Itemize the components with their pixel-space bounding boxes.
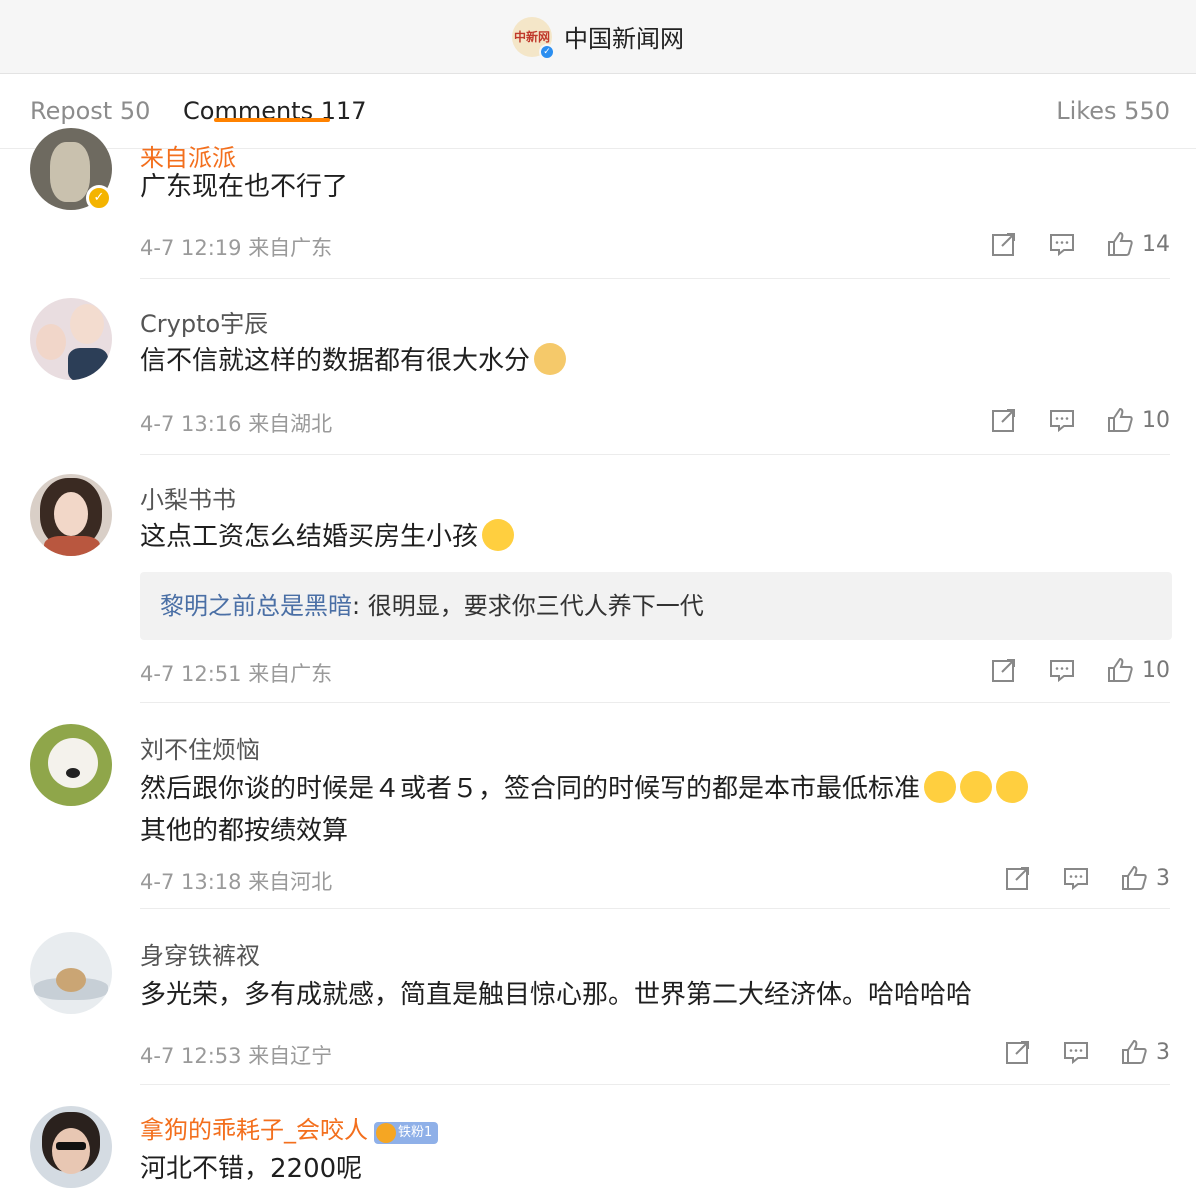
comment-actions: 10 — [990, 406, 1170, 434]
comment-location: 来自广东 — [248, 662, 333, 686]
title-bar: 中新网 ✓ 中国新闻网 — [0, 0, 1196, 74]
share-icon[interactable] — [990, 230, 1018, 258]
comment-text-line1: 然后跟你谈的时候是４或者５，签合同的时候写的都是本市最低标准 — [140, 774, 921, 804]
comment-item: ✓ 来自派派 广东现在也不行了 4-7 12:19 来自广东 14 — [0, 128, 1196, 280]
fan-badge-label: 铁粉1 — [398, 1125, 433, 1140]
verified-icon: ✓ — [539, 43, 555, 60]
comment-actions: 3 — [1004, 1038, 1170, 1066]
comment-icon[interactable] — [1062, 864, 1090, 892]
comment-time: 4-7 12:19 — [140, 236, 242, 260]
comment-time: 4-7 12:51 — [140, 662, 242, 686]
like-count: 10 — [1142, 657, 1170, 683]
avatar[interactable] — [30, 724, 112, 806]
avatar[interactable] — [30, 932, 112, 1014]
comment-time: 4-7 13:18 — [140, 870, 242, 894]
comment-meta: 4-7 13:18 来自河北 — [140, 866, 332, 896]
avatar[interactable] — [30, 474, 112, 556]
like-count: 3 — [1156, 1039, 1170, 1065]
thinking-emoji-icon — [924, 771, 957, 803]
comment-text: 这点工资怎么结婚买房生小孩 — [140, 516, 1160, 558]
comment-text: 广东现在也不行了 — [140, 172, 349, 202]
comment-meta: 4-7 12:51 来自广东 — [140, 658, 332, 688]
comment-actions: 10 — [990, 656, 1170, 684]
doge-emoji-icon — [534, 343, 567, 375]
comment-location: 来自湖北 — [248, 412, 333, 436]
tab-repost[interactable]: Repost 50 — [30, 97, 150, 125]
comment-actions: 3 — [1004, 864, 1170, 892]
comment-time: 4-7 12:53 — [140, 1044, 242, 1068]
comment-actions: 14 — [990, 230, 1170, 258]
brand-logo: 中新网 ✓ — [512, 16, 555, 60]
comment-icon[interactable] — [1048, 406, 1076, 434]
like-count: 14 — [1142, 231, 1170, 257]
reply-preview[interactable]: 黎明之前总是黑暗: 很明显，要求你三代人养下一代 — [140, 572, 1172, 640]
tab-likes[interactable]: Likes 550 — [1056, 97, 1170, 125]
divider — [140, 278, 1170, 279]
thinking-emoji-icon — [960, 771, 993, 803]
divider — [140, 454, 1170, 455]
comment-text: 信不信就这样的数据都有很大水分 — [140, 340, 1160, 382]
comment-icon[interactable] — [1048, 230, 1076, 258]
comment-username[interactable]: 刘不住烦恼 — [140, 730, 260, 765]
share-icon[interactable] — [990, 406, 1018, 434]
comment-item: Crypto宇辰 信不信就这样的数据都有很大水分 4-7 13:16 来自湖北 … — [0, 280, 1196, 456]
comment-item: 刘不住烦恼 然后跟你谈的时候是４或者５，签合同的时候写的都是本市最低标准 其他的都… — [0, 704, 1196, 910]
account-name: 中国新闻网 — [564, 25, 684, 53]
comment-location: 来自广东 — [248, 236, 333, 260]
comment-username[interactable]: 身穿铁裤衩 — [140, 936, 260, 971]
divider — [140, 1084, 1170, 1085]
comment-item: 身穿铁裤衩 多光荣，多有成就感，简直是触目惊心那。世界第二大经济体。哈哈哈哈 4… — [0, 910, 1196, 1086]
comment-username-text: 拿狗的乖耗子_会咬人 — [140, 1116, 368, 1144]
thumbs-up-icon[interactable] — [1120, 864, 1148, 892]
share-icon[interactable] — [990, 656, 1018, 684]
comment-icon[interactable] — [1062, 1038, 1090, 1066]
fan-badge: 铁粉1 — [374, 1122, 439, 1144]
divider — [140, 908, 1170, 909]
share-icon[interactable] — [1004, 864, 1032, 892]
comment-username[interactable]: 拿狗的乖耗子_会咬人 铁粉1 — [140, 1110, 439, 1145]
comment-text: 河北不错，2200呢 — [140, 1154, 363, 1184]
like-count: 10 — [1142, 407, 1170, 433]
thumbs-up-icon[interactable] — [1106, 230, 1134, 258]
comment-item: 拿狗的乖耗子_会咬人 铁粉1 河北不错，2200呢 — [0, 1086, 1196, 1200]
reply-username[interactable]: 黎明之前总是黑暗 — [160, 592, 352, 620]
comment-meta: 4-7 13:16 来自湖北 — [140, 408, 332, 438]
divider — [140, 702, 1170, 703]
comment-time: 4-7 13:16 — [140, 412, 242, 436]
like-count: 3 — [1156, 865, 1170, 891]
comment-location: 来自河北 — [248, 870, 333, 894]
comment-meta: 4-7 12:19 来自广东 — [140, 232, 332, 262]
thumbs-up-icon[interactable] — [1106, 656, 1134, 684]
comment-icon[interactable] — [1048, 656, 1076, 684]
avatar[interactable] — [30, 1106, 112, 1188]
active-tab-indicator — [214, 118, 330, 122]
reply-text: : 很明显，要求你三代人养下一代 — [352, 592, 704, 620]
share-icon[interactable] — [1004, 1038, 1032, 1066]
crown-icon — [376, 1123, 396, 1143]
comment-username[interactable]: 小梨书书 — [140, 480, 236, 515]
comment-location: 来自辽宁 — [248, 1044, 333, 1068]
comment-text: 多光荣，多有成就感，简直是触目惊心那。世界第二大经济体。哈哈哈哈 — [140, 980, 973, 1010]
comment-text: 然后跟你谈的时候是４或者５，签合同的时候写的都是本市最低标准 其他的都按绩效算 — [140, 768, 1160, 852]
thinking-emoji-icon — [996, 771, 1029, 803]
thumbs-up-icon[interactable] — [1106, 406, 1134, 434]
thumbs-up-icon[interactable] — [1120, 1038, 1148, 1066]
verified-icon: ✓ — [86, 185, 112, 211]
comment-item: 小梨书书 这点工资怎么结婚买房生小孩 黎明之前总是黑暗: 很明显，要求你三代人养… — [0, 456, 1196, 704]
brand-logo-text: 中新网 — [513, 30, 550, 44]
brand[interactable]: 中新网 ✓ 中国新闻网 — [512, 16, 684, 60]
comment-meta: 4-7 12:53 来自辽宁 — [140, 1040, 332, 1070]
blushing-emoji-icon — [482, 519, 515, 551]
comment-text-line2: 其他的都按绩效算 — [140, 816, 349, 846]
comment-username[interactable]: Crypto宇辰 — [140, 304, 268, 339]
comment-text-content: 信不信就这样的数据都有很大水分 — [140, 346, 531, 376]
avatar[interactable] — [30, 298, 112, 380]
comment-text-content: 这点工资怎么结婚买房生小孩 — [140, 522, 479, 552]
